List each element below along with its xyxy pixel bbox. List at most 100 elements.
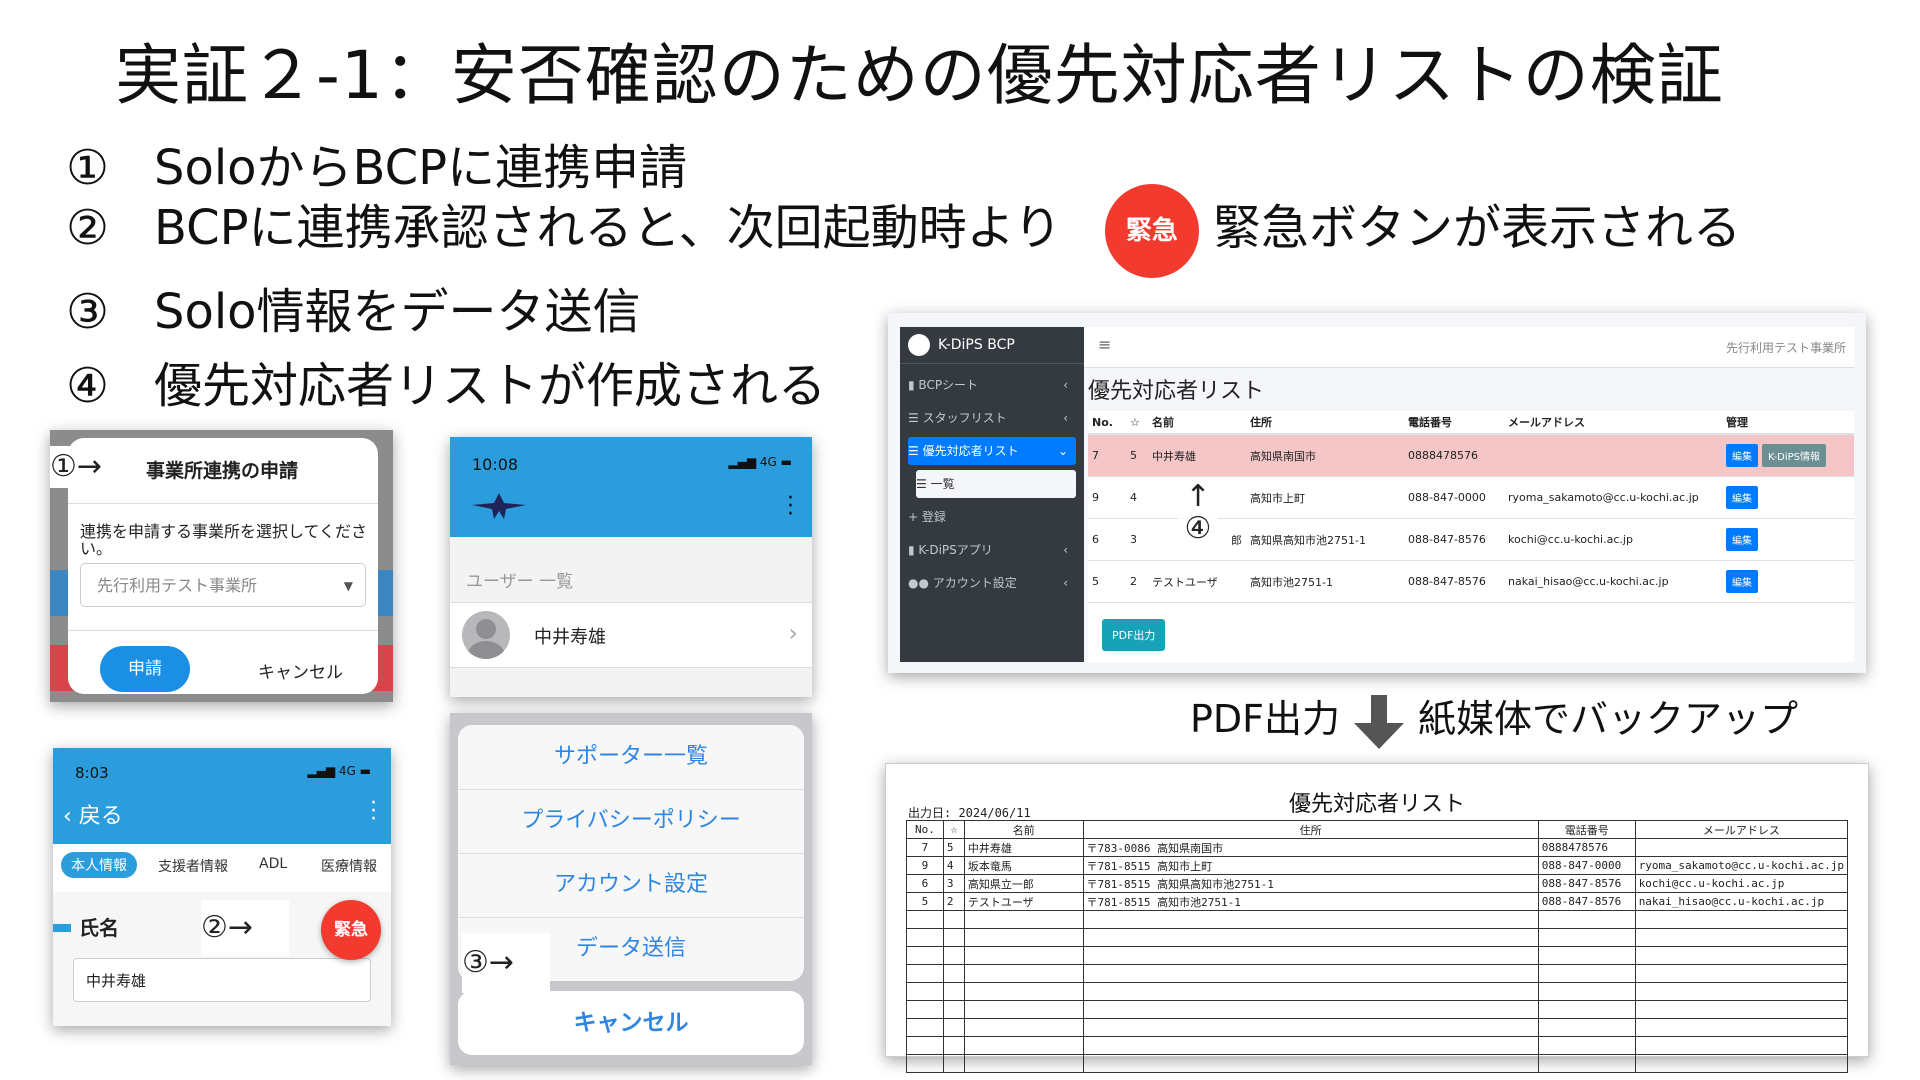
sidebar-item-kdips-app[interactable]: ▮ K-DiPSアプリ ‹ [908,536,1076,564]
plus-icon: + [908,510,922,524]
cell-no: 9 [1088,476,1126,519]
column-header: ☆ [1126,411,1148,435]
table-row: 7 5 中井寿雄 高知県南国市 0888478576 編集 K-DiPS情報 [1088,434,1854,477]
step-4-annotation: ↑ ④ [1178,481,1218,545]
sidebar-item-staff-list[interactable]: ☰ スタッフリスト ‹ [908,404,1076,432]
sidebar-item-priority-list[interactable]: ☰ 優先対応者リスト ⌄ [908,437,1076,465]
list-icon: ☰ [908,411,923,425]
action-sheet-screenshot: サポーター一覧 プライバシーポリシー アカウント設定 データ送信 キャンセル ③… [450,713,812,1065]
edit-button[interactable]: 編集 [1726,444,1758,467]
tab-supporter-info[interactable]: 支援者情報 [158,856,228,876]
more-menu-icon[interactable]: · · · [370,793,377,831]
status-time: 8:03 [75,764,109,782]
cell-phone: 088-847-8576 [1537,892,1636,911]
cancel-button[interactable]: キャンセル [458,991,804,1055]
edit-button[interactable]: 編集 [1726,528,1758,551]
cell-address: 高知県高知市池2751-1 [1246,518,1404,561]
sidebar-item-label: 一覧 [930,477,955,491]
step-2: ② BCPに連携承認されると、次回起動時より 緊急 緊急ボタンが表示される [66,184,1741,278]
cell-email: ryoma_sakamoto@cc.u-kochi.ac.jp [1504,476,1722,519]
cell-address: 高知県南国市 [1246,434,1404,477]
cell-no: 5 [906,892,944,911]
pdf-table: No. ☆ 名前 住所 電話番号 メールアドレス 7 5 中井寿雄 〒783-0086… [906,820,1849,1073]
emergency-button[interactable]: 緊急 [321,900,381,960]
chevron-right-icon: › [788,619,798,647]
tab-adl[interactable]: ADL [259,856,287,872]
page-title: 優先対応者リスト [1088,379,1265,404]
edit-button[interactable]: 編集 [1726,570,1758,593]
user-list-item[interactable]: 中井寿雄 › [450,602,812,668]
cell-name: 中井寿雄 [963,838,1084,857]
cell-no: 6 [1088,518,1126,561]
sidebar-item-account-settings[interactable]: ●● アカウント設定 ‹ [908,569,1076,597]
table-row: 6 3 高知県立一郎 〒781-8515 高知県高知市池2751-1 088-847-8… [906,874,1849,893]
chevron-left-icon: ‹ [1063,576,1068,590]
sidebar-item-label: BCPシート [918,378,979,392]
pdf-document: 優先対応者リスト 出力日: 2024/06/11 No. ☆ 名前 住所 電話番… [885,763,1869,1073]
cell-email: ryoma_sakamoto@cc.u-kochi.ac.jp [1634,856,1849,875]
empty-row [906,1018,1849,1037]
cell-address: 〒781-8515 高知市上町 [1082,856,1539,875]
cell-phone: 088-847-8576 [1537,874,1636,893]
cell-name: 坂本竜馬 [963,856,1084,875]
sidebar-item-bcp-sheet[interactable]: ▮ BCPシート ‹ [908,371,1076,399]
cell-name: テストユーザ [1148,560,1246,603]
pdf-title: 優先対応者リスト [1288,792,1465,817]
apply-button[interactable]: 申請 [100,646,190,692]
option-account-settings[interactable]: アカウント設定 [458,853,804,918]
cell-star: 3 [1126,518,1148,561]
top-navbar: ≡ 先行利用テスト事業所 [1084,327,1854,368]
cell-email: kochi@cc.u-kochi.ac.jp [1634,874,1849,893]
name-field[interactable]: 中井寿雄 [73,958,371,1002]
cell-no: 7 [906,838,944,857]
option-privacy-policy[interactable]: プライバシーポリシー [458,789,804,854]
step-3: ③ Solo情報をデータ送信 [66,272,641,342]
profile-tabs: 本人情報 支援者情報 ADL 医療情報 [53,844,391,892]
sidebar-item-register[interactable]: + 登録 [908,503,1076,531]
cell-phone: 088-847-0000 [1404,476,1504,519]
brand-name: K-DiPS BCP [938,337,1015,353]
cell-name: 中井寿雄 [1148,434,1246,477]
step-4: ④ 優先対応者リストが作成される [66,346,826,416]
back-button[interactable]: ‹ 戻る [63,798,123,830]
column-header: メールアドレス [1634,820,1849,839]
column-header: 電話番号 [1537,820,1636,839]
more-menu-icon[interactable]: · · · [787,488,794,526]
tab-personal-info[interactable]: 本人情報 [61,852,137,878]
empty-row [906,1000,1849,1019]
sidebar-item-label: 登録 [921,510,946,524]
empty-row [906,928,1849,947]
table-header-row: No. ☆ 名前 住所 電話番号 メールアドレス 管理 [1088,411,1854,435]
edit-button[interactable]: 編集 [1726,486,1758,509]
tab-medical-info[interactable]: 医療情報 [321,856,377,876]
column-header: 名前 [1148,411,1246,435]
profile-screenshot: 8:03 ▂▄▆ 4G ▬ ‹ 戻る · · · 本人情報 支援者情報 ADL 医療… [53,748,391,1026]
chevron-left-icon: ‹ [1063,378,1068,392]
cell-no: 6 [906,874,944,893]
step-text: Solo情報をデータ送信 [154,284,641,340]
signal-indicator: ▂▄▆ 4G ▬ [728,455,792,469]
cell-actions: 編集 K-DiPS情報 [1722,434,1854,477]
field-label-name: 氏名 [79,916,119,940]
chevron-down-icon: ⌄ [1057,444,1068,458]
cell-star: 4 [1126,476,1148,519]
column-header: 電話番号 [1404,411,1504,435]
step-3-annotation: ③→ [462,933,550,993]
column-header: 管理 [1722,411,1854,435]
step-number: ③ [66,284,110,340]
office-select[interactable]: 先行利用テスト事業所 ▼ [80,563,366,607]
cell-actions: 編集 [1722,560,1854,603]
cell-phone: 088-847-0000 [1537,856,1636,875]
step-2-annotation: ②→ [201,900,289,956]
hamburger-icon[interactable]: ≡ [1098,335,1111,354]
cell-no: 9 [906,856,944,875]
pdf-export-button[interactable]: PDF出力 [1102,619,1166,651]
battery-icon: ▬ [780,455,792,469]
sidebar-item-list[interactable]: ☰ 一覧 [916,470,1076,498]
cancel-button[interactable]: キャンセル [258,658,343,683]
network-type: 4G [338,764,356,778]
sidebar-item-label: スタッフリスト [922,411,1007,425]
kdips-info-button[interactable]: K-DiPS情報 [1762,444,1826,467]
users-icon: ●● [908,576,933,590]
option-supporter-list[interactable]: サポーター一覧 [458,725,804,790]
